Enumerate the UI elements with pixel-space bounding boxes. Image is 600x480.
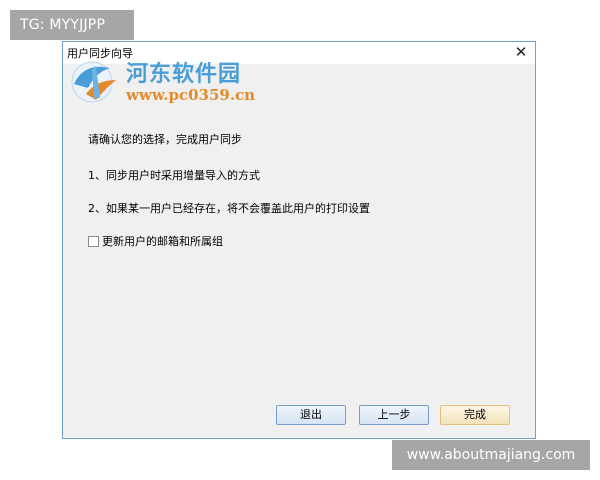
update-email-group-checkbox[interactable]: 更新用户的邮箱和所属组 — [88, 233, 223, 249]
prev-button[interactable]: 上一步 — [359, 405, 429, 425]
checkbox-label: 更新用户的邮箱和所属组 — [102, 235, 223, 248]
finish-button[interactable]: 完成 — [440, 405, 510, 425]
site-badge: www.aboutmajiang.com — [392, 440, 590, 470]
tag-badge: TG: MYYJJPP — [10, 10, 134, 40]
step2-text: 2、如果某一用户已经存在，将不会覆盖此用户的打印设置 — [88, 202, 370, 215]
step1-text: 1、同步用户时采用增量导入的方式 — [88, 169, 260, 182]
confirm-text: 请确认您的选择，完成用户同步 — [88, 133, 242, 146]
checkbox-box[interactable] — [88, 235, 99, 247]
watermark-logo-icon — [71, 61, 116, 103]
watermark-url: www.pc0359.cn — [126, 86, 256, 104]
exit-button[interactable]: 退出 — [276, 405, 346, 425]
close-button[interactable]: ✕ — [513, 44, 529, 60]
watermark-name: 河东软件园 — [126, 61, 242, 87]
